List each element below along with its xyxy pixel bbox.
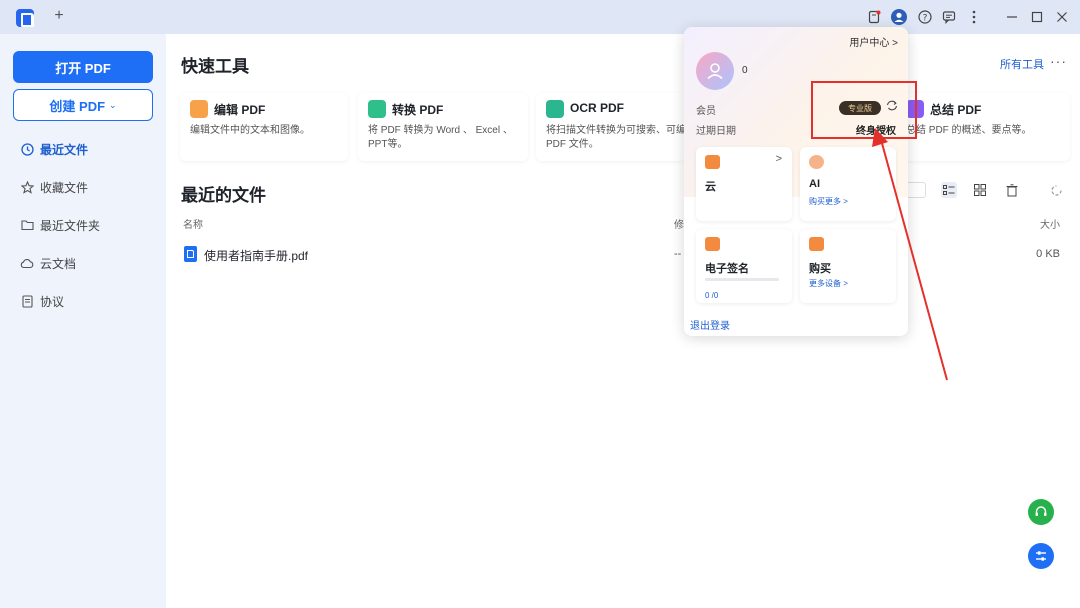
cloud-icon — [20, 256, 34, 270]
document-icon — [20, 294, 34, 308]
tool-desc: 总结 PDF 的概述、要点等。 — [906, 125, 1032, 136]
sidebar-item-recent-files[interactable]: 最近文件 — [20, 139, 88, 159]
user-popup: 用户中心 > 0 会员 专业版 过期日期 终身授权 > 云 AI 购买更多 > … — [684, 27, 908, 336]
sidebar-item-label: 云文档 — [40, 256, 77, 271]
esign-card[interactable]: 电子签名 0 /0 — [696, 229, 792, 303]
table-row[interactable]: 使用者指南手册.pdf -- 0 KB — [180, 242, 1070, 266]
edit-pdf-icon — [190, 100, 208, 118]
list-view-icon[interactable] — [941, 182, 957, 198]
refresh-license-icon[interactable] — [886, 100, 898, 114]
help-icon[interactable]: ? — [917, 9, 933, 25]
tool-name: 编辑 PDF — [214, 103, 266, 117]
member-badge: 专业版 — [839, 101, 881, 115]
sidebar-item-agreements[interactable]: 协议 — [20, 291, 64, 311]
tool-name: OCR PDF — [570, 101, 624, 115]
tool-desc: 编辑文件中的文本和图像。 — [190, 125, 310, 136]
more-vertical-icon[interactable] — [966, 9, 982, 25]
tool-desc: 将 PDF 转换为 Word 、 Excel 、 PPT等。 — [368, 125, 513, 150]
maximize-icon[interactable] — [1029, 9, 1045, 25]
create-pdf-button[interactable]: 创建 PDF ⌄ — [13, 89, 153, 121]
tool-card-convert-pdf[interactable]: 转换 PDF 将 PDF 转换为 Word 、 Excel 、 PPT等。 — [358, 93, 528, 161]
svg-text:?: ? — [923, 13, 928, 23]
clock-icon — [20, 142, 34, 156]
member-label: 会员 — [696, 106, 716, 117]
trash-icon[interactable] — [1004, 182, 1020, 198]
tool-card-edit-pdf[interactable]: 编辑 PDF 编辑文件中的文本和图像。 — [180, 93, 348, 161]
grid-view-icon[interactable] — [972, 182, 988, 198]
esign-count: 0 /0 — [705, 291, 719, 300]
cart-icon — [809, 237, 824, 251]
logout-link[interactable]: 退出登录 — [690, 317, 730, 332]
column-header-name[interactable]: 名称 — [183, 216, 203, 231]
buy-card[interactable]: 购买 更多设备 > — [800, 229, 896, 303]
sidebar-item-label: 最近文件夹 — [40, 218, 101, 233]
expire-value: 终身授权 — [856, 126, 896, 137]
tool-card-summarize-pdf[interactable]: 总结 PDF 总结 PDF 的概述、要点等。 — [896, 93, 1070, 161]
column-header-size[interactable]: 大小 — [1040, 216, 1060, 231]
minimize-icon[interactable] — [1004, 9, 1020, 25]
star-icon — [20, 180, 34, 194]
settings-panel-icon[interactable] — [1028, 543, 1054, 569]
sidebar-item-label: 协议 — [40, 294, 65, 309]
close-icon[interactable] — [1054, 9, 1070, 25]
ocr-pdf-icon — [546, 100, 564, 118]
cloud-card[interactable]: > 云 — [696, 147, 792, 221]
file-name: 使用者指南手册.pdf — [204, 249, 309, 263]
pdf-file-icon — [184, 246, 197, 262]
all-tools-link[interactable]: 所有工具 — [1000, 56, 1044, 72]
folder-icon — [20, 218, 34, 232]
sidebar: 打开 PDF 创建 PDF ⌄ 最近文件 收藏文件 最近文件夹 云文档 协议 — [0, 34, 166, 608]
more-devices-link[interactable]: 更多设备 > — [809, 278, 848, 289]
quick-tools-title: 快速工具 — [181, 57, 249, 76]
tool-name: 转换 PDF — [392, 103, 444, 117]
feedback-icon[interactable] — [941, 9, 957, 25]
recent-files-title: 最近的文件 — [181, 186, 266, 205]
sidebar-item-recent-folders[interactable]: 最近文件夹 — [20, 215, 100, 235]
chevron-down-icon: ⌄ — [109, 99, 117, 110]
title-bar: + ? — [0, 0, 1080, 34]
user-count: 0 — [742, 65, 748, 76]
file-size: 0 KB — [1036, 248, 1060, 260]
card-name: 购买 — [809, 263, 831, 275]
avatar[interactable] — [696, 52, 734, 90]
cloud-storage-icon — [705, 155, 720, 169]
column-header-modified[interactable]: 修 — [674, 216, 684, 231]
support-icon[interactable] — [1028, 499, 1054, 525]
convert-pdf-icon — [368, 100, 386, 118]
ai-icon — [809, 155, 824, 169]
card-name: 云 — [705, 181, 716, 193]
sidebar-item-label: 最近文件 — [40, 142, 89, 157]
tool-card-ocr-pdf[interactable]: OCR PDF 将扫描文件转换为可搜索、可编辑 的 PDF 文件。 — [536, 93, 686, 161]
user-center-link[interactable]: 用户中心 > — [849, 34, 898, 49]
app-logo-icon — [16, 9, 34, 27]
create-pdf-label: 创建 PDF — [49, 98, 106, 114]
ai-card[interactable]: AI 购买更多 > — [800, 147, 896, 221]
more-tools-button[interactable]: ··· — [1050, 53, 1067, 69]
sidebar-item-cloud-docs[interactable]: 云文档 — [20, 253, 76, 273]
sidebar-item-favorites[interactable]: 收藏文件 — [20, 177, 88, 197]
chevron-right-icon: > — [775, 153, 782, 165]
buy-more-link[interactable]: 购买更多 > — [809, 196, 848, 207]
esign-usage-bar — [705, 278, 779, 281]
refresh-icon[interactable] — [1048, 182, 1064, 198]
esign-icon — [705, 237, 720, 251]
sidebar-item-label: 收藏文件 — [40, 180, 89, 195]
summarize-pdf-icon — [906, 100, 924, 118]
expire-label: 过期日期 — [696, 126, 736, 137]
tool-desc: 将扫描文件转换为可搜索、可编辑 的 PDF 文件。 — [546, 125, 686, 150]
notification-icon[interactable] — [866, 9, 882, 25]
card-name: 电子签名 — [705, 263, 749, 275]
user-avatar-icon[interactable] — [891, 9, 907, 25]
tool-name: 总结 PDF — [930, 103, 982, 117]
card-name: AI — [809, 178, 820, 190]
file-modified: -- — [674, 248, 682, 260]
open-pdf-button[interactable]: 打开 PDF — [13, 51, 153, 83]
new-tab-button[interactable]: + — [52, 7, 66, 25]
